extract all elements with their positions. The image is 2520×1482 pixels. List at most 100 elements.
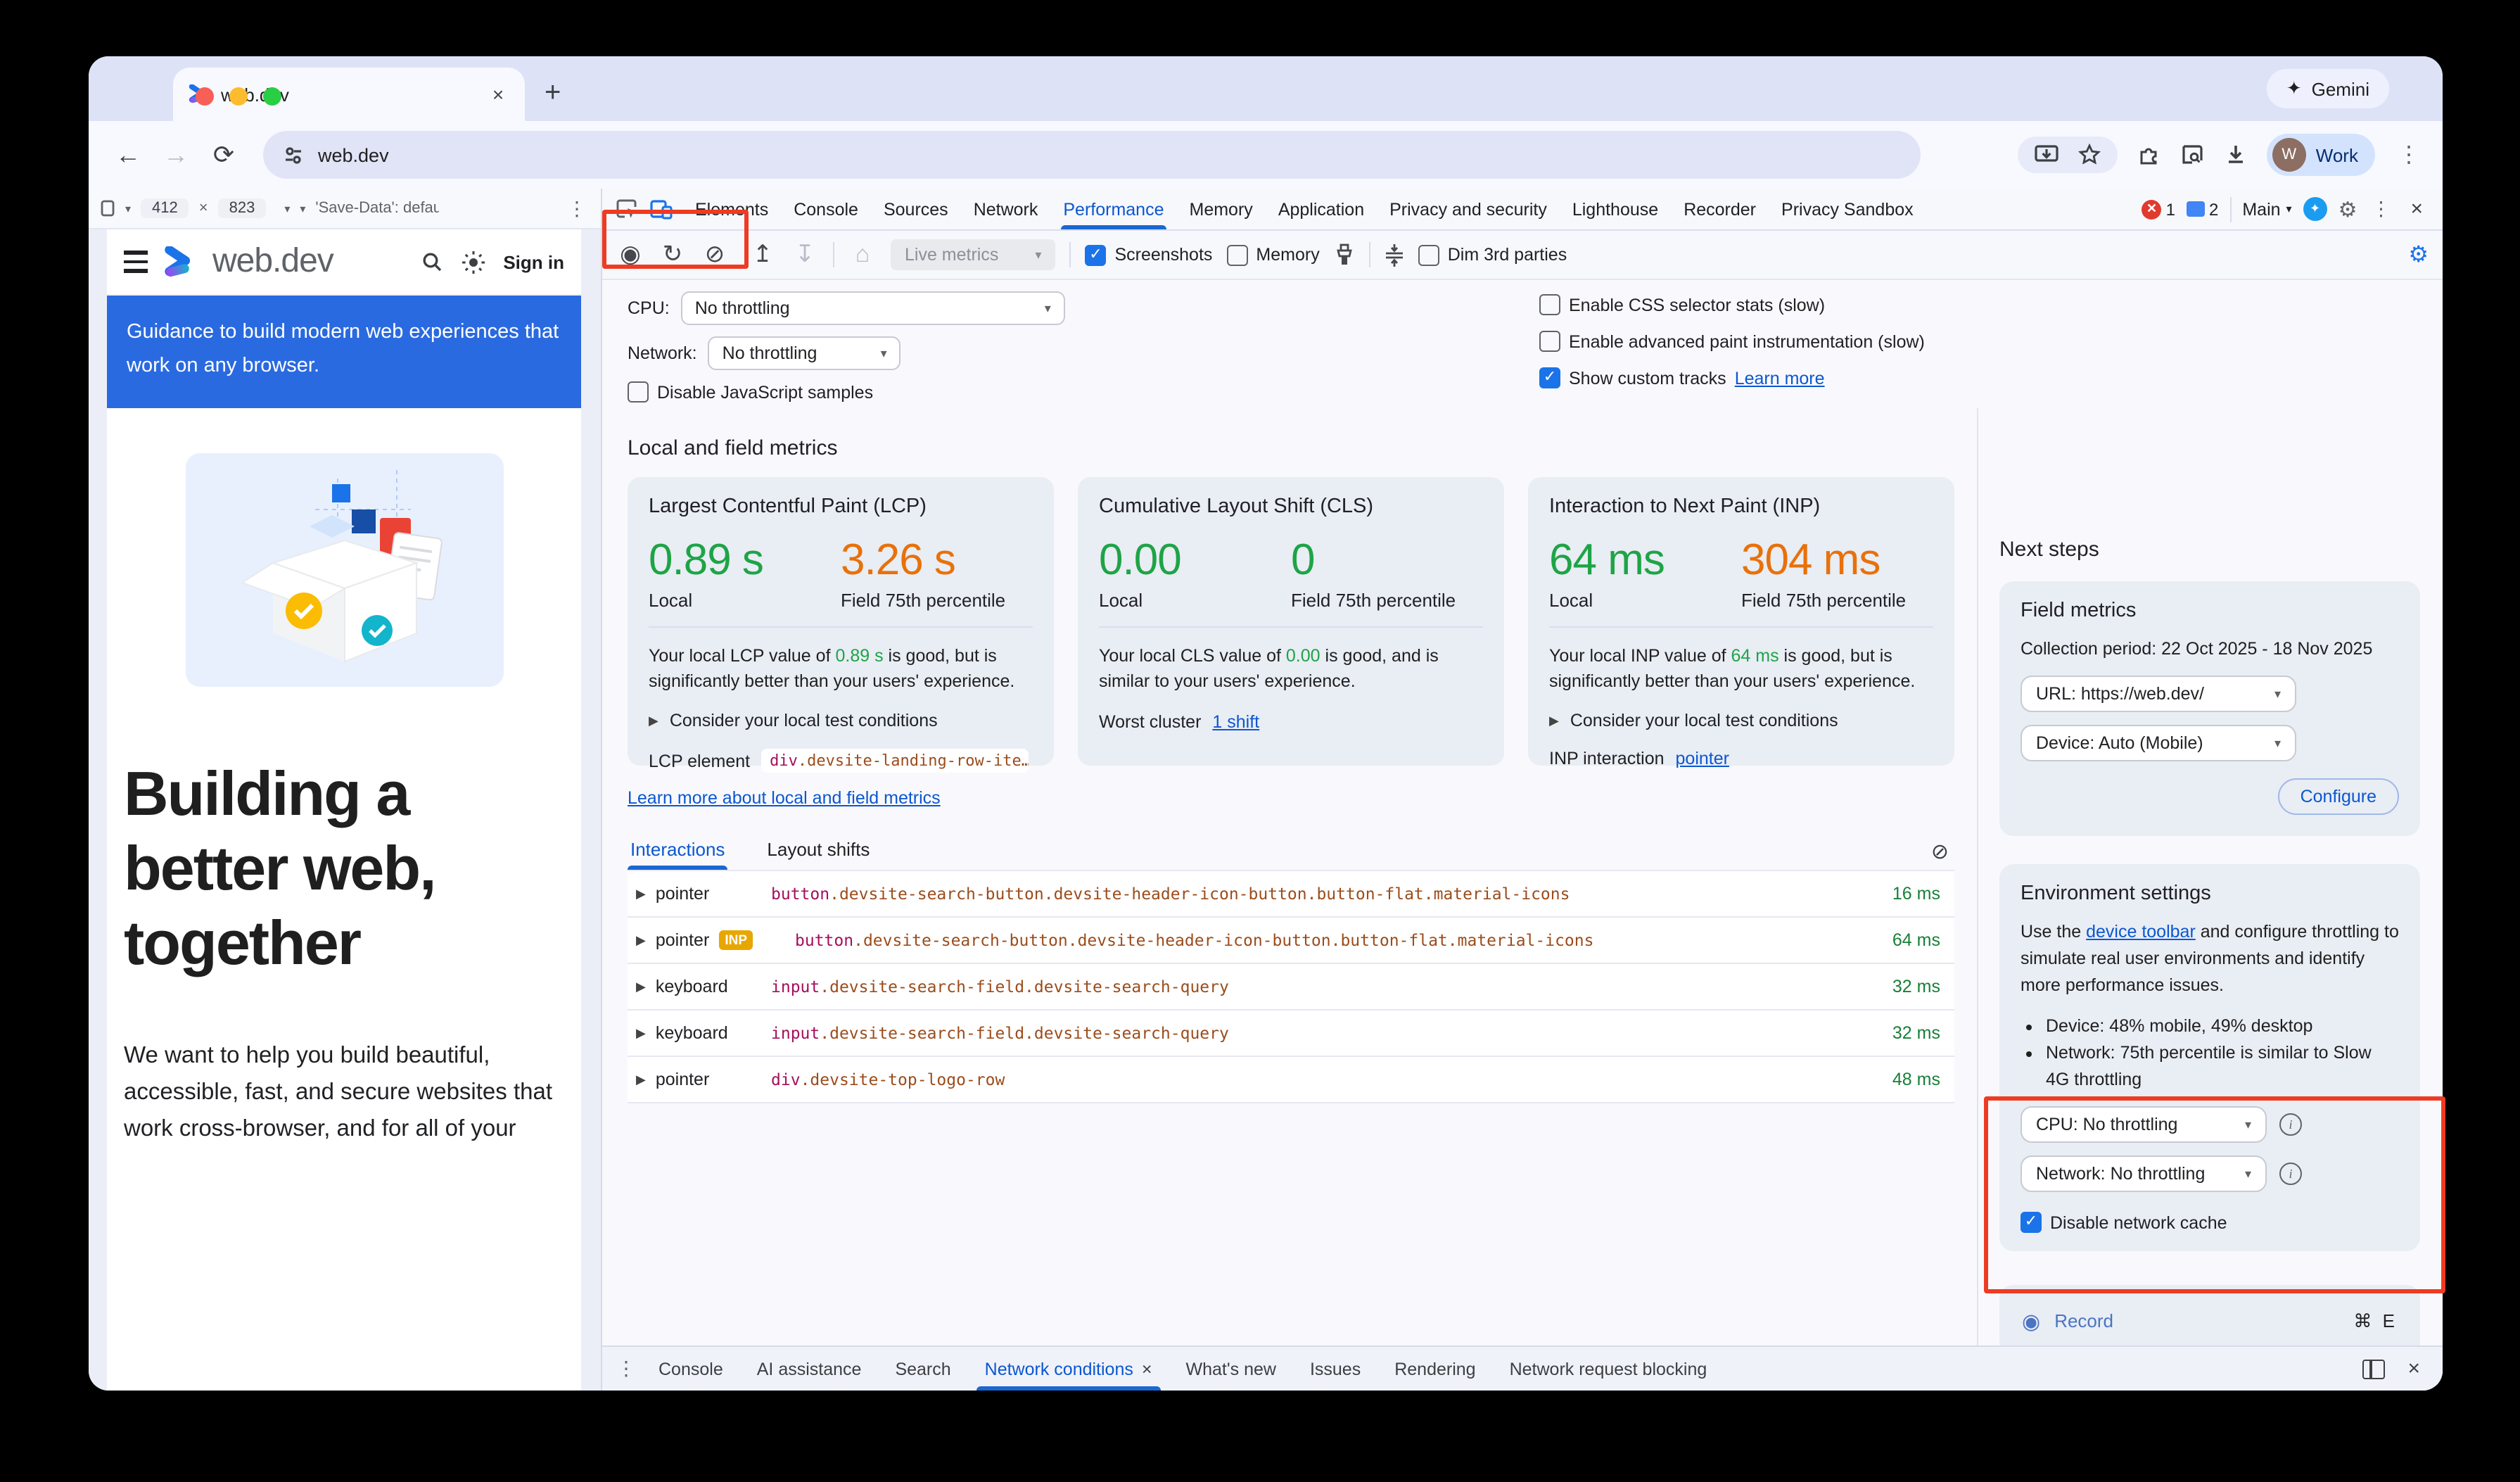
close-window-button[interactable]	[196, 87, 214, 106]
capture-settings-gear-icon[interactable]: ⚙	[2408, 241, 2429, 269]
drawer-tab-close-icon[interactable]: ×	[1142, 1359, 1152, 1379]
clear-log-icon[interactable]: ⊘	[1931, 839, 1954, 864]
gemini-button[interactable]: ✦ Gemini	[2267, 69, 2389, 108]
hamburger-menu-icon[interactable]	[124, 251, 148, 273]
maximize-window-button[interactable]	[263, 87, 281, 106]
address-bar[interactable]: web.dev	[263, 131, 1921, 179]
drawer-close-icon[interactable]: ×	[2402, 1357, 2426, 1381]
row-expander-icon[interactable]: ▶	[636, 932, 646, 948]
device-select-caret[interactable]: ▾	[125, 202, 131, 215]
device-select-icon[interactable]	[100, 200, 115, 217]
row-expander-icon[interactable]: ▶	[636, 886, 646, 901]
screenshots-option[interactable]: ✓ Screenshots	[1085, 244, 1212, 265]
drawer-tab-whats-new[interactable]: What's new	[1172, 1347, 1290, 1391]
paint-instrumentation-checkbox[interactable]	[1539, 331, 1560, 352]
device-toolbar-link[interactable]: device toolbar	[2086, 922, 2196, 942]
sign-in-link[interactable]: Sign in	[503, 251, 564, 272]
dim-3rd-parties-checkbox[interactable]	[1418, 244, 1439, 265]
configure-button[interactable]: Configure	[2278, 778, 2399, 815]
inp-test-conditions-expander[interactable]: ▶ Consider your local test conditions	[1549, 711, 1933, 730]
ai-assistance-icon[interactable]: ✦	[2303, 197, 2327, 221]
bookmark-star-icon[interactable]	[2078, 144, 2101, 166]
devtools-settings-gear-icon[interactable]: ⚙	[2338, 196, 2357, 222]
tab-layout-shifts[interactable]: Layout shifts	[764, 833, 872, 870]
cls-worst-cluster-link[interactable]: 1 shift	[1212, 712, 1259, 732]
custom-tracks-learn-more-link[interactable]: Learn more	[1735, 368, 1825, 388]
tab-interactions[interactable]: Interactions	[628, 833, 727, 870]
theme-toggle-sun-icon[interactable]	[461, 250, 485, 274]
custom-tracks-checkbox[interactable]: ✓	[1539, 367, 1560, 388]
lcp-element-chip[interactable]: div.devsite-landing-row-ite…	[761, 749, 1029, 773]
extensions-icon[interactable]	[2137, 144, 2160, 166]
field-url-select[interactable]: URL: https://web.dev/▾	[2021, 676, 2296, 712]
install-icon[interactable]	[2035, 144, 2058, 166]
new-tab-button[interactable]: +	[545, 77, 561, 110]
disable-js-samples-checkbox[interactable]	[628, 381, 649, 403]
search-tabs-icon[interactable]	[2179, 144, 2205, 166]
devtools-close-icon[interactable]: ×	[2405, 197, 2429, 221]
device-toolbar-kebab-icon[interactable]: ⋮	[564, 196, 590, 220]
zoom-select-caret[interactable]: ▾	[284, 202, 290, 215]
row-expander-icon[interactable]: ▶	[636, 1025, 646, 1041]
load-profile-icon[interactable]: ↥	[749, 241, 777, 269]
disable-js-samples-option[interactable]: Disable JavaScript samples	[628, 381, 1539, 403]
tab-console[interactable]: Console	[782, 189, 870, 229]
device-width-input[interactable]: 412	[141, 198, 189, 218]
drawer-tab-ai-assistance[interactable]: AI assistance	[743, 1347, 876, 1391]
lcp-test-conditions-expander[interactable]: ▶ Consider your local test conditions	[649, 711, 1033, 730]
tab-memory[interactable]: Memory	[1178, 189, 1264, 229]
save-profile-icon[interactable]: ↧	[791, 241, 819, 269]
tab-performance[interactable]: Performance	[1052, 189, 1175, 229]
drawer-tab-search[interactable]: Search	[881, 1347, 965, 1391]
issues-badge[interactable]: 2	[2187, 199, 2218, 219]
minimize-window-button[interactable]	[229, 87, 248, 106]
site-settings-icon[interactable]	[283, 144, 304, 165]
search-icon[interactable]	[420, 251, 443, 273]
custom-tracks-option[interactable]: ✓ Show custom tracks Learn more	[1539, 367, 1925, 388]
tab-privacy-sandbox[interactable]: Privacy Sandbox	[1770, 189, 1925, 229]
garbage-collect-icon[interactable]	[1334, 243, 1355, 266]
toggle-drawer-layout-icon[interactable]	[2362, 1359, 2385, 1379]
back-button[interactable]: ←	[108, 140, 148, 170]
device-height-input[interactable]: 823	[218, 198, 267, 218]
history-select[interactable]: Live metrics ▾	[891, 239, 1055, 270]
reload-button[interactable]: ⟳	[204, 140, 243, 170]
interaction-row[interactable]: ▶keyboard input.devsite-search-field.dev…	[628, 964, 1954, 1011]
forward-button[interactable]: →	[156, 140, 196, 170]
screenshots-checkbox[interactable]: ✓	[1085, 244, 1106, 265]
error-badge[interactable]: ✕ 1	[2142, 199, 2175, 219]
tab-lighthouse[interactable]: Lighthouse	[1561, 189, 1669, 229]
interaction-row[interactable]: ▶pointerINP button.devsite-search-button…	[628, 918, 1954, 964]
css-selector-stats-checkbox[interactable]	[1539, 294, 1560, 315]
row-expander-icon[interactable]: ▶	[636, 979, 646, 994]
fit-window-icon[interactable]	[1385, 243, 1404, 267]
site-brand[interactable]: web.dev	[212, 242, 333, 281]
close-tab-icon[interactable]: ×	[485, 82, 511, 107]
row-expander-icon[interactable]: ▶	[636, 1072, 646, 1087]
tab-recorder[interactable]: Recorder	[1672, 189, 1767, 229]
devtools-menu-kebab-icon[interactable]: ⋮	[2368, 197, 2393, 221]
cpu-throttling-select[interactable]: No throttling▾	[681, 291, 1065, 325]
memory-checkbox[interactable]	[1226, 244, 1247, 265]
home-icon[interactable]: ⌂	[848, 241, 877, 269]
drawer-tab-network-conditions[interactable]: Network conditions ×	[971, 1347, 1166, 1391]
field-device-select[interactable]: Device: Auto (Mobile)▾	[2021, 725, 2296, 761]
throttle-select-caret[interactable]: ▾	[300, 202, 305, 215]
browser-menu-kebab-icon[interactable]: ⋮	[2395, 141, 2423, 169]
drawer-tab-rendering[interactable]: Rendering	[1380, 1347, 1489, 1391]
drawer-tab-issues[interactable]: Issues	[1296, 1347, 1375, 1391]
tab-network[interactable]: Network	[962, 189, 1050, 229]
drawer-menu-kebab-icon[interactable]: ⋮	[613, 1357, 639, 1381]
interaction-row[interactable]: ▶keyboard input.devsite-search-field.dev…	[628, 1011, 1954, 1057]
profile-button[interactable]: W Work	[2267, 134, 2375, 176]
dim-3rd-parties-option[interactable]: Dim 3rd parties	[1418, 244, 1567, 265]
interaction-row[interactable]: ▶pointer button.devsite-search-button.de…	[628, 871, 1954, 918]
css-selector-stats-option[interactable]: Enable CSS selector stats (slow)	[1539, 294, 1925, 315]
tab-privacy-security[interactable]: Privacy and security	[1378, 189, 1558, 229]
tab-sources[interactable]: Sources	[872, 189, 960, 229]
metrics-learn-more-link[interactable]: Learn more about local and field metrics	[628, 788, 941, 808]
interaction-row[interactable]: ▶pointer div.devsite-top-logo-row 48 ms	[628, 1057, 1954, 1103]
target-selector[interactable]: Main ▾	[2242, 199, 2291, 219]
downloads-icon[interactable]	[2225, 144, 2247, 166]
network-throttling-select[interactable]: No throttling▾	[708, 336, 901, 370]
